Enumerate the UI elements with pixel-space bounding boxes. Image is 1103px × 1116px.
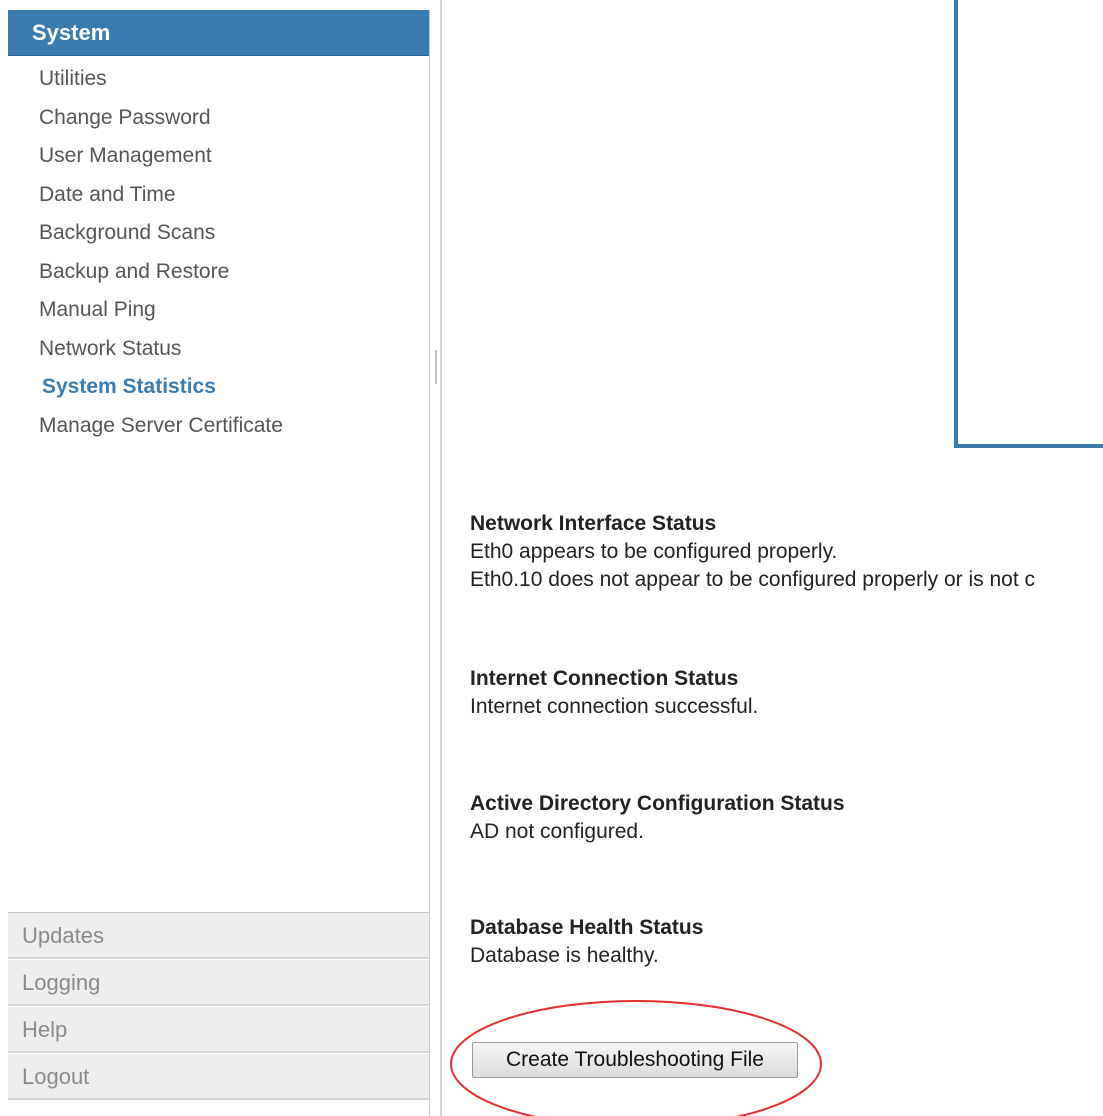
sidebar-item-backup-and-restore[interactable]: Backup and Restore [39, 253, 283, 292]
database-health-status-text: Database is healthy. [470, 944, 659, 967]
page: System Utilities Change Password User Ma… [0, 0, 1103, 1116]
create-troubleshooting-file-button[interactable]: Create Troubleshooting File [472, 1042, 798, 1078]
statistics-chart-frame [954, 0, 1103, 448]
sidebar-item-background-scans[interactable]: Background Scans [39, 214, 283, 253]
sidebar-item-manual-ping[interactable]: Manual Ping [39, 291, 283, 330]
sidebar-item-network-status[interactable]: Network Status [39, 330, 283, 369]
network-interface-status-title: Network Interface Status [470, 512, 717, 535]
sidebar-item-user-management[interactable]: User Management [39, 137, 283, 176]
active-directory-status-title: Active Directory Configuration Status [470, 792, 845, 815]
network-status-line-eth0: Eth0 appears to be configured properly. [470, 540, 838, 563]
network-status-line-eth0-10: Eth0.10 does not appear to be configured… [470, 568, 1036, 591]
sidebar-item-system-statistics[interactable]: System Statistics [39, 368, 283, 407]
sidebar: System Utilities Change Password User Ma… [0, 0, 430, 1116]
nav-help[interactable]: Help [8, 1007, 429, 1053]
bottom-nav: Updates Logging Help Logout [8, 912, 429, 1101]
internet-connection-status-text: Internet connection successful. [470, 695, 759, 718]
active-directory-status-text: AD not configured. [470, 820, 644, 843]
system-nav-list: Utilities Change Password User Managemen… [39, 60, 283, 445]
active-directory-status-section: Active Directory Configuration Status AD… [470, 790, 845, 846]
internet-connection-status-title: Internet Connection Status [470, 667, 739, 690]
nav-logging[interactable]: Logging [8, 960, 429, 1006]
pane-splitter[interactable] [440, 0, 442, 1116]
sidebar-header-system[interactable]: System [8, 10, 429, 56]
network-interface-status-section: Network Interface Status Eth0 appears to… [470, 510, 1035, 594]
sidebar-border [429, 10, 430, 1116]
nav-updates[interactable]: Updates [8, 913, 429, 959]
database-health-status-section: Database Health Status Database is healt… [470, 914, 703, 970]
splitter-grip[interactable] [435, 350, 437, 384]
sidebar-item-date-and-time[interactable]: Date and Time [39, 176, 283, 215]
sidebar-item-utilities[interactable]: Utilities [39, 60, 283, 99]
sidebar-item-manage-server-certificate[interactable]: Manage Server Certificate [39, 407, 283, 446]
sidebar-item-change-password[interactable]: Change Password [39, 99, 283, 138]
nav-logout[interactable]: Logout [8, 1054, 429, 1100]
internet-connection-status-section: Internet Connection Status Internet conn… [470, 665, 758, 721]
database-health-status-title: Database Health Status [470, 916, 704, 939]
